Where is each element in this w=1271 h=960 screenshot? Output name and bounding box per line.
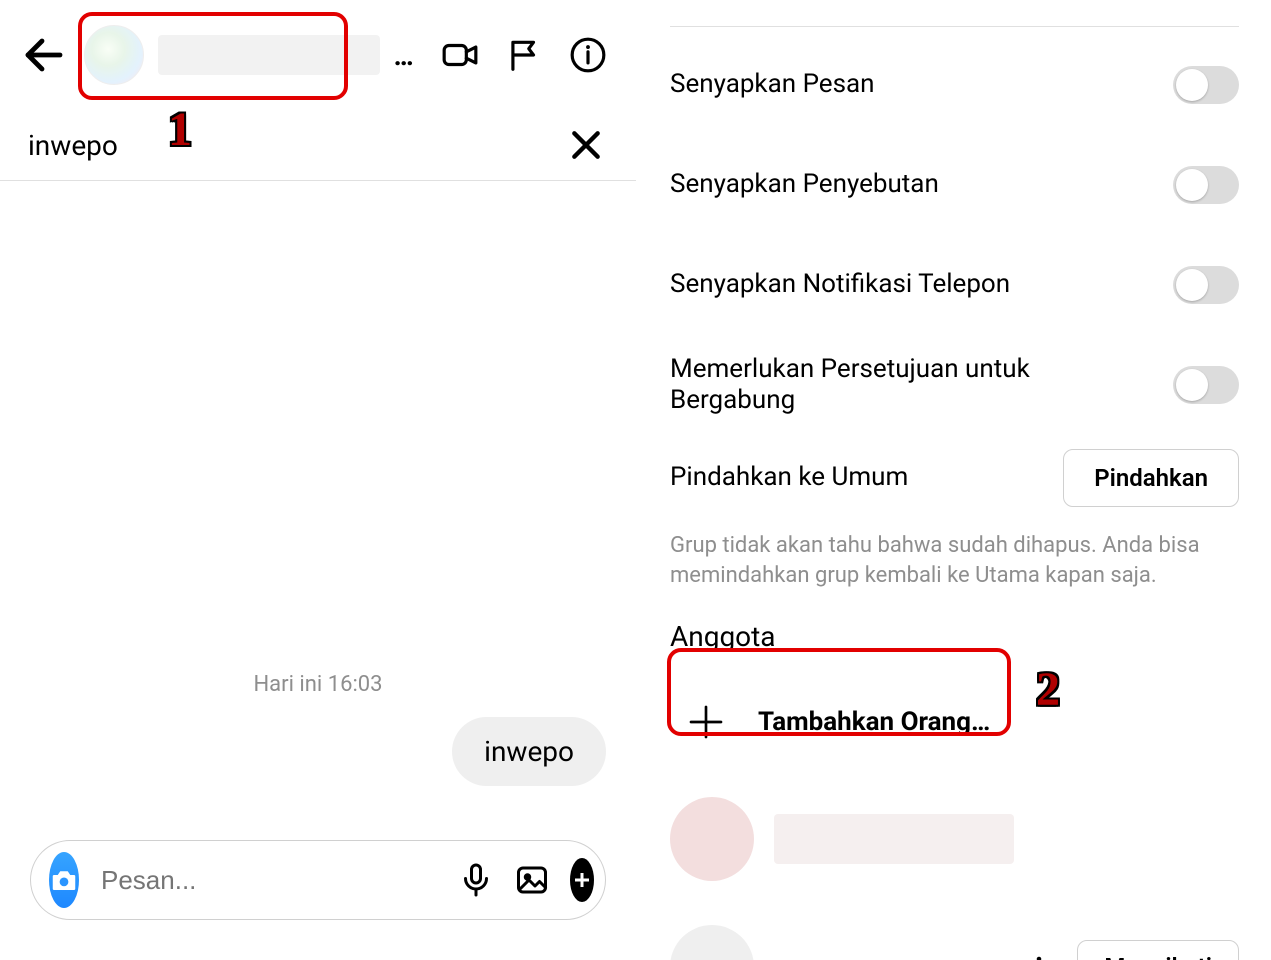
annotation-number-2: 2 bbox=[1036, 662, 1060, 717]
chat-screen: ... inwepo Hari ini 16:03 bbox=[0, 0, 636, 960]
member-name-redacted bbox=[774, 814, 1014, 864]
add-attachment-button[interactable] bbox=[570, 858, 594, 902]
member-row[interactable] bbox=[670, 785, 1239, 893]
search-row: inwepo bbox=[0, 110, 636, 181]
avatar bbox=[84, 25, 144, 85]
chat-details-screen: Senyapkan Pesan Senyapkan Penyebutan Sen… bbox=[636, 0, 1271, 960]
approval-to-join-toggle[interactable] bbox=[1173, 366, 1239, 404]
plus-icon bbox=[684, 700, 728, 744]
member-more-button[interactable] bbox=[1021, 949, 1057, 960]
flag-button[interactable] bbox=[496, 27, 552, 83]
setting-label: Senyapkan Pesan bbox=[670, 69, 875, 100]
search-input[interactable]: inwepo bbox=[28, 129, 118, 162]
timestamp: Hari ini 16:03 bbox=[30, 672, 606, 697]
setting-label: Senyapkan Penyebutan bbox=[670, 169, 939, 200]
annotation-number-1: 1 bbox=[168, 102, 192, 157]
setting-label: Senyapkan Notifikasi Telepon bbox=[670, 269, 1010, 300]
mute-call-notifications-toggle[interactable] bbox=[1173, 266, 1239, 304]
follow-button[interactable]: Mengikuti bbox=[1077, 940, 1239, 960]
setting-label: Memerlukan Persetujuan untuk Bergabung bbox=[670, 354, 1100, 416]
mute-mentions-row: Senyapkan Penyebutan bbox=[670, 135, 1239, 235]
message-row: inwepo bbox=[30, 717, 606, 786]
video-call-button[interactable] bbox=[432, 27, 488, 83]
message-input[interactable] bbox=[99, 864, 438, 897]
approval-to-join-row: Memerlukan Persetujuan untuk Bergabung bbox=[670, 335, 1239, 435]
hint-text: Grup tidak akan tahu bahwa sudah dihapus… bbox=[670, 531, 1239, 590]
message-bubble[interactable]: inwepo bbox=[452, 717, 606, 786]
avatar bbox=[670, 797, 754, 881]
add-people-label: Tambahkan Orang… bbox=[758, 707, 990, 737]
messages-area: Hari ini 16:03 inwepo bbox=[0, 190, 636, 810]
ellipsis-icon: ... bbox=[394, 39, 416, 72]
microphone-button[interactable] bbox=[458, 858, 494, 902]
camera-button[interactable] bbox=[49, 852, 79, 908]
gallery-button[interactable] bbox=[514, 858, 550, 902]
move-button[interactable]: Pindahkan bbox=[1063, 449, 1239, 507]
message-composer bbox=[30, 840, 606, 920]
info-button[interactable] bbox=[560, 27, 616, 83]
clear-search-button[interactable] bbox=[564, 123, 608, 167]
back-button[interactable] bbox=[20, 31, 68, 79]
member-row[interactable]: Mengikuti bbox=[670, 893, 1239, 960]
move-to-general-row: Pindahkan ke Umum Pindahkan bbox=[670, 435, 1239, 521]
avatar bbox=[670, 925, 754, 960]
chat-title-redacted bbox=[158, 35, 380, 75]
add-people-button[interactable]: Tambahkan Orang… bbox=[670, 677, 1239, 767]
mute-messages-toggle[interactable] bbox=[1173, 66, 1239, 104]
mute-call-notifications-row: Senyapkan Notifikasi Telepon bbox=[670, 235, 1239, 335]
setting-label: Pindahkan ke Umum bbox=[670, 462, 908, 493]
chat-title-area[interactable]: ... bbox=[76, 15, 424, 95]
members-section-title: Anggota bbox=[670, 620, 1239, 653]
mute-messages-row: Senyapkan Pesan bbox=[670, 35, 1239, 135]
chat-header: ... bbox=[0, 0, 636, 110]
mute-mentions-toggle[interactable] bbox=[1173, 166, 1239, 204]
